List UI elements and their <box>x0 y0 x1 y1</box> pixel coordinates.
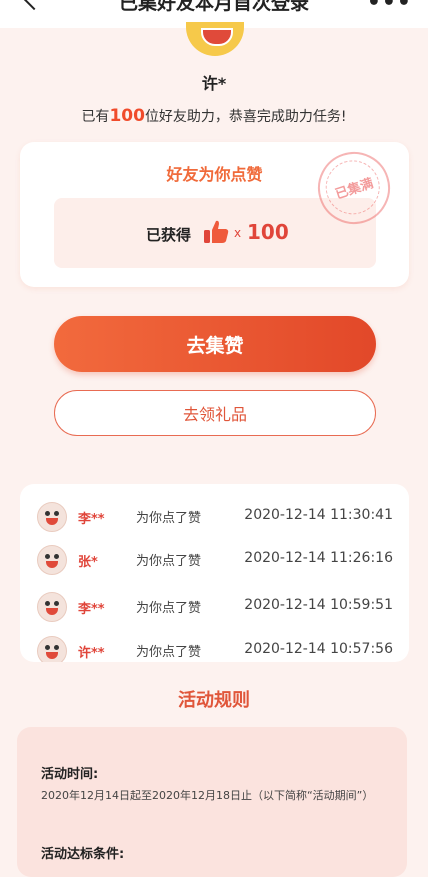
friend-name: 李** <box>78 602 105 617</box>
friend-name: 李** <box>78 512 105 527</box>
record-action: 为你点了赞 <box>136 511 202 526</box>
friend-avatar <box>37 592 67 622</box>
page-title: 已集好友本月首次登录 <box>118 0 309 14</box>
claim-gift-button[interactable]: 去领礼品 <box>54 390 376 436</box>
collect-likes-button[interactable]: 去集赞 <box>54 316 376 372</box>
thumbs-up-icon <box>204 220 229 243</box>
more-icon[interactable]: ••• <box>367 0 412 15</box>
help-suffix: 位好友助力，恭喜完成助力任务! <box>144 109 347 125</box>
list-item: 张* 为你点了赞 2020-12-14 11:26:16 <box>20 540 409 580</box>
record-time: 2020-12-14 10:59:51 <box>244 597 393 613</box>
like-count: 100 <box>247 220 289 244</box>
record-action: 为你点了赞 <box>136 601 202 616</box>
obtained-label: 已获得 <box>146 226 192 244</box>
times-sign: x <box>234 226 242 240</box>
friend-avatar <box>37 545 67 575</box>
rule-condition-heading: 活动达标条件: <box>41 847 125 862</box>
friend-avatar <box>37 636 67 662</box>
list-item: 许** 为你点了赞 2020-12-14 10:57:56 <box>20 631 409 662</box>
record-time: 2020-12-14 11:26:16 <box>244 550 393 566</box>
avatar-mouth-icon <box>201 28 233 46</box>
record-action: 为你点了赞 <box>136 645 202 660</box>
record-action: 为你点了赞 <box>136 554 202 569</box>
record-time: 2020-12-14 10:57:56 <box>244 641 393 657</box>
user-name: 许* <box>201 74 227 93</box>
user-avatar <box>186 22 244 56</box>
rule-time-text: 2020年12月14日起至2020年12月18日止（以下简称“活动期间”） <box>41 789 374 802</box>
help-count: 100 <box>109 106 145 126</box>
friend-name: 许** <box>78 646 105 661</box>
help-summary: 已有100位好友助力，恭喜完成助力任务! <box>0 106 428 126</box>
like-card: 好友为你点赞 已获得 x 100 已集满 <box>20 142 409 287</box>
record-time: 2020-12-14 11:30:41 <box>244 507 393 523</box>
like-records-list[interactable]: 李** 为你点了赞 2020-12-14 11:30:41 张* 为你点了赞 2… <box>20 484 409 662</box>
rules-title: 活动规则 <box>178 690 250 711</box>
friend-name: 张* <box>78 555 98 570</box>
rule-time-heading: 活动时间: <box>41 767 99 782</box>
list-item: 李** 为你点了赞 2020-12-14 11:30:41 <box>20 497 409 537</box>
list-item: 李** 为你点了赞 2020-12-14 10:59:51 <box>20 587 409 627</box>
friend-avatar <box>37 502 67 532</box>
help-prefix: 已有 <box>81 109 110 125</box>
rules-panel: 活动时间: 2020年12月14日起至2020年12月18日止（以下简称“活动期… <box>17 727 407 877</box>
